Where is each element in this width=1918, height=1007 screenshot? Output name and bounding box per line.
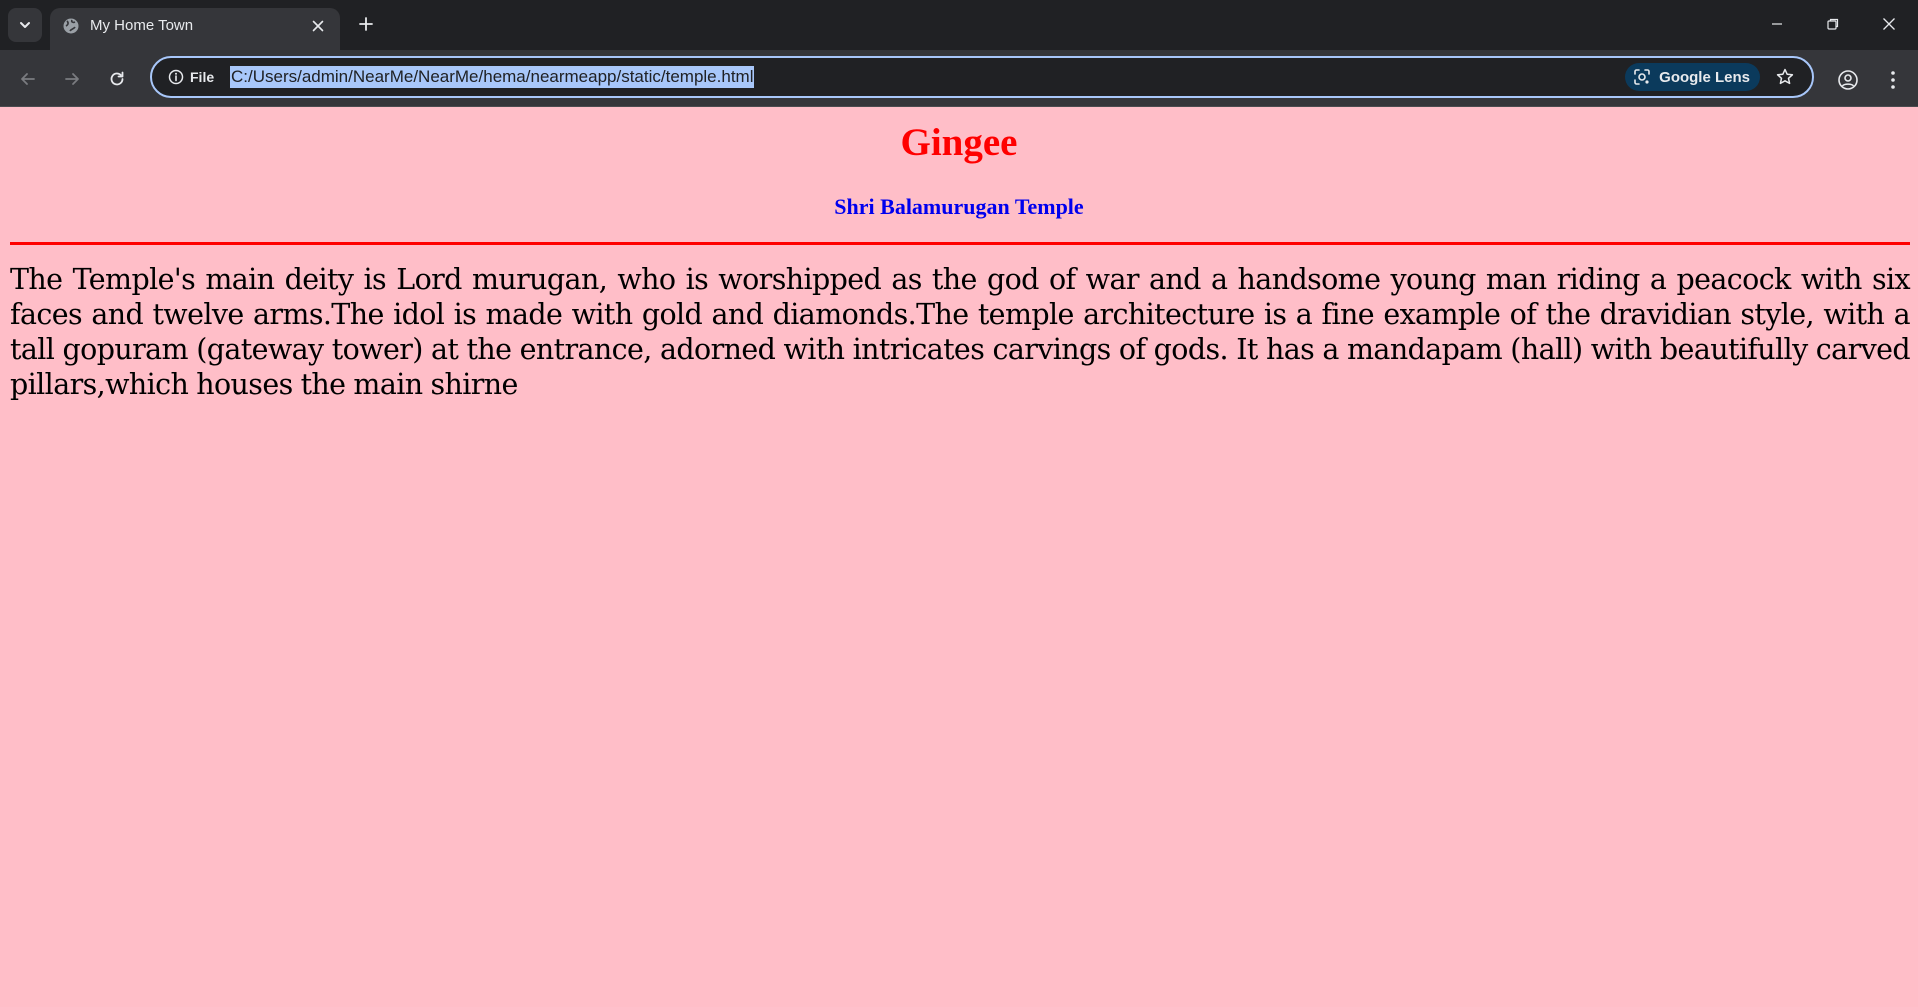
camera-lens-icon bbox=[1633, 68, 1651, 86]
profile-button[interactable] bbox=[1832, 64, 1864, 96]
restore-icon bbox=[1826, 17, 1840, 31]
page-subtitle: Shri Balamurugan Temple bbox=[834, 194, 1084, 219]
site-info-label: File bbox=[190, 69, 215, 85]
reload-icon bbox=[107, 69, 127, 89]
globe-icon bbox=[62, 17, 80, 35]
google-lens-label: Google Lens bbox=[1659, 68, 1750, 86]
tab-strip: My Home Town bbox=[0, 0, 1918, 50]
minimize-button[interactable] bbox=[1754, 4, 1800, 44]
minimize-icon bbox=[1770, 17, 1784, 31]
tab-search-button[interactable] bbox=[8, 8, 42, 42]
new-tab-button[interactable] bbox=[352, 10, 380, 38]
site-info-button[interactable]: File bbox=[160, 64, 222, 90]
bookmark-button[interactable] bbox=[1772, 64, 1798, 90]
browser-window: My Home Town File C:/Users/admin/NearMe/… bbox=[0, 0, 1918, 1007]
address-bar[interactable]: File C:/Users/admin/NearMe/NearMe/hema/n… bbox=[150, 56, 1814, 98]
url-input[interactable]: C:/Users/admin/NearMe/NearMe/hema/nearme… bbox=[230, 66, 755, 88]
tab-close-button[interactable] bbox=[306, 14, 330, 38]
close-icon bbox=[1882, 17, 1896, 31]
page-content: Gingee Shri Balamurugan Temple The Templ… bbox=[0, 108, 1918, 1007]
forward-button[interactable] bbox=[56, 63, 88, 95]
chevron-down-icon bbox=[18, 18, 32, 32]
plus-icon bbox=[358, 16, 374, 32]
horizontal-rule bbox=[10, 242, 1910, 245]
tab-active[interactable]: My Home Town bbox=[50, 8, 340, 50]
arrow-right-icon bbox=[62, 69, 82, 89]
close-window-button[interactable] bbox=[1866, 4, 1912, 44]
google-lens-button[interactable]: Google Lens bbox=[1625, 63, 1760, 91]
reload-button[interactable] bbox=[101, 63, 133, 95]
browser-menu-button[interactable] bbox=[1878, 64, 1908, 96]
star-icon bbox=[1775, 67, 1795, 87]
info-icon bbox=[168, 69, 184, 85]
tab-title: My Home Town bbox=[90, 17, 194, 34]
browser-toolbar: File C:/Users/admin/NearMe/NearMe/hema/n… bbox=[0, 50, 1918, 107]
page-title: Gingee bbox=[900, 121, 1018, 164]
close-icon bbox=[312, 20, 324, 32]
kebab-menu-icon bbox=[1890, 70, 1896, 90]
arrow-left-icon bbox=[18, 69, 38, 89]
restore-button[interactable] bbox=[1810, 4, 1856, 44]
profile-icon bbox=[1837, 69, 1859, 91]
temple-description: The Temple's main deity is Lord murugan,… bbox=[10, 263, 1911, 401]
back-button[interactable] bbox=[12, 63, 44, 95]
